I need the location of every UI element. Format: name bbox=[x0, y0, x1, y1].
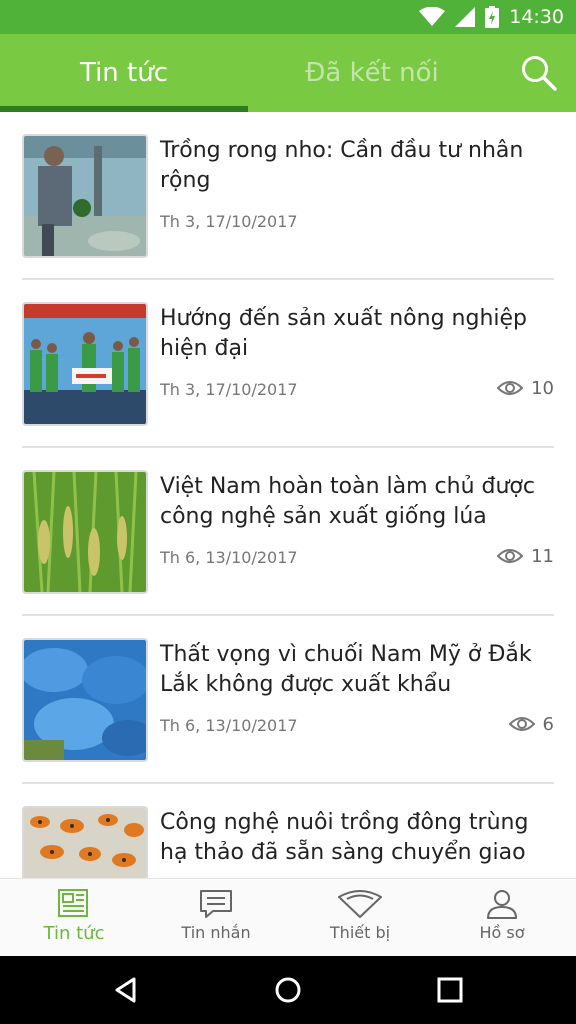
article-card[interactable]: Hướng đến sản xuất nông nghiệp hiện đại … bbox=[22, 280, 554, 448]
article-date: Th 6, 13/10/2017 bbox=[160, 716, 298, 735]
view-count: 11 bbox=[497, 544, 554, 568]
article-thumbnail bbox=[22, 638, 148, 762]
article-card[interactable]: Thất vọng vì chuối Nam Mỹ ở Đắk Lắk khôn… bbox=[22, 616, 554, 784]
tab-connected[interactable]: Đã kết nối bbox=[248, 34, 496, 112]
status-bar: 14:30 bbox=[0, 0, 576, 34]
eye-icon bbox=[497, 549, 524, 563]
article-thumbnail bbox=[22, 806, 148, 878]
home-icon[interactable] bbox=[274, 976, 302, 1004]
app-bar: Tin tức Đã kết nối bbox=[0, 34, 576, 112]
article-title: Hướng đến sản xuất nông nghiệp hiện đại bbox=[160, 306, 527, 361]
news-feed[interactable]: Trồng rong nho: Cần đầu tư nhân rộng Th … bbox=[0, 112, 576, 878]
cell-signal-icon bbox=[455, 7, 476, 27]
view-count-value: 11 bbox=[531, 545, 554, 567]
chat-icon bbox=[200, 890, 232, 918]
recents-icon[interactable] bbox=[436, 976, 464, 1004]
article-title: Công nghệ nuôi trồng đông trùng hạ thảo … bbox=[160, 810, 529, 865]
bottom-nav: Tin tức Tin nhắn Thiết bị Hồ sơ bbox=[0, 878, 576, 956]
view-count: 6 bbox=[508, 712, 554, 736]
battery-charging-icon bbox=[485, 6, 500, 28]
article-title: Trồng rong nho: Cần đầu tư nhân rộng bbox=[160, 138, 524, 193]
search-icon[interactable] bbox=[520, 54, 558, 92]
article-date: Th 3, 17/10/2017 bbox=[160, 212, 298, 231]
device-icon bbox=[338, 890, 382, 918]
back-icon[interactable] bbox=[112, 976, 140, 1004]
article-date: Th 6, 13/10/2017 bbox=[160, 548, 298, 567]
article-thumbnail bbox=[22, 470, 148, 594]
article-card[interactable]: Việt Nam hoàn toàn làm chủ được công ngh… bbox=[22, 448, 554, 616]
profile-icon bbox=[487, 890, 517, 919]
view-count-value: 6 bbox=[542, 713, 554, 735]
nav-label: Tin nhắn bbox=[181, 923, 251, 942]
nav-item-profile[interactable]: Hồ sơ bbox=[430, 879, 574, 957]
nav-item-devices[interactable]: Thiết bị bbox=[288, 879, 432, 957]
view-count: 10 bbox=[497, 376, 554, 400]
nav-label: Tin tức bbox=[43, 923, 105, 944]
nav-item-news[interactable]: Tin tức bbox=[2, 879, 146, 957]
clock: 14:30 bbox=[509, 6, 564, 28]
eye-icon bbox=[508, 717, 535, 731]
article-thumbnail bbox=[22, 302, 148, 426]
nav-label: Thiết bị bbox=[329, 923, 391, 942]
nav-label: Hồ sơ bbox=[479, 923, 525, 942]
wifi-icon bbox=[419, 7, 446, 26]
article-card[interactable]: Công nghệ nuôi trồng đông trùng hạ thảo … bbox=[22, 784, 554, 878]
nav-item-messages[interactable]: Tin nhắn bbox=[144, 879, 288, 957]
eye-icon bbox=[497, 381, 524, 395]
article-thumbnail bbox=[22, 134, 148, 258]
article-title: Việt Nam hoàn toàn làm chủ được công ngh… bbox=[160, 474, 535, 529]
article-date: Th 3, 17/10/2017 bbox=[160, 380, 298, 399]
newspaper-icon bbox=[58, 889, 88, 917]
system-nav-bar bbox=[0, 956, 576, 1024]
tab-news[interactable]: Tin tức bbox=[0, 34, 248, 112]
article-title: Thất vọng vì chuối Nam Mỹ ở Đắk Lắk khôn… bbox=[160, 642, 532, 697]
article-card[interactable]: Trồng rong nho: Cần đầu tư nhân rộng Th … bbox=[22, 112, 554, 280]
view-count-value: 10 bbox=[531, 377, 554, 399]
